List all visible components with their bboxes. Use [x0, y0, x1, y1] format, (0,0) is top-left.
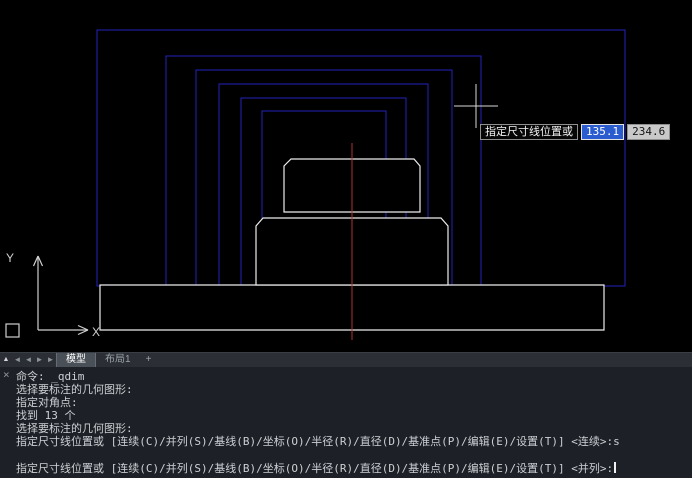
command-expand-icon[interactable]: ▲	[0, 353, 12, 367]
command-history-line: 选择要标注的几何图形:	[16, 383, 688, 396]
command-input-line[interactable]: 指定尺寸线位置或 [连续(C)/并列(S)/基线(B)/坐标(O)/半径(R)/…	[16, 462, 616, 475]
ucs-x-label: X	[92, 325, 100, 339]
ucs-y-label: Y	[6, 251, 14, 265]
command-history-line: 找到 13 个	[16, 409, 688, 422]
dynamic-input-tooltip: 指定尺寸线位置或 135.1 234.6	[480, 124, 670, 140]
tab-nav-first-icon[interactable]: ◄	[12, 353, 23, 367]
layout-tab-bar: ▲ ◄ ◄ ► ► 模型 布局1 +	[0, 352, 692, 367]
command-window: × 命令: _qdim 选择要标注的几何图形: 指定对角点: 找到 13 个 选…	[0, 367, 692, 478]
ucs-origin-box	[6, 324, 19, 337]
dynamic-input-prompt: 指定尺寸线位置或	[480, 124, 578, 140]
dynamic-input-secondary-field[interactable]: 234.6	[627, 124, 670, 140]
tab-nav-next-icon[interactable]: ►	[34, 353, 45, 367]
ucs-icon: Y X	[6, 251, 100, 339]
command-history-line: 指定尺寸线位置或 [连续(C)/并列(S)/基线(B)/坐标(O)/半径(R)/…	[16, 435, 688, 448]
tab-layout1[interactable]: 布局1	[96, 353, 140, 367]
drawing-canvas[interactable]: Y X	[0, 0, 692, 352]
command-close-icon[interactable]: ×	[3, 368, 10, 381]
tab-model[interactable]: 模型	[56, 353, 96, 367]
command-history-line: 选择要标注的几何图形:	[16, 422, 688, 435]
add-layout-button[interactable]: +	[140, 353, 158, 367]
command-history-line: 指定对角点:	[16, 396, 688, 409]
tab-nav-last-icon[interactable]: ►	[45, 353, 56, 367]
drawing-viewport[interactable]: Y X 指定尺寸线位置或 135.1 234.6	[0, 0, 692, 352]
command-prompt: 指定尺寸线位置或 [连续(C)/并列(S)/基线(B)/坐标(O)/半径(R)/…	[16, 462, 613, 475]
command-history-line: 命令: _qdim	[16, 370, 688, 383]
crosshair-cursor	[454, 84, 498, 128]
dynamic-input-value-field[interactable]: 135.1	[581, 124, 624, 140]
tab-nav-prev-icon[interactable]: ◄	[23, 353, 34, 367]
command-history: 命令: _qdim 选择要标注的几何图形: 指定对角点: 找到 13 个 选择要…	[16, 370, 688, 448]
text-caret	[614, 462, 616, 473]
cad-app-window: Y X 指定尺寸线位置或 135.1 234.6 ▲ ◄ ◄ ► ► 模型 布局…	[0, 0, 692, 478]
